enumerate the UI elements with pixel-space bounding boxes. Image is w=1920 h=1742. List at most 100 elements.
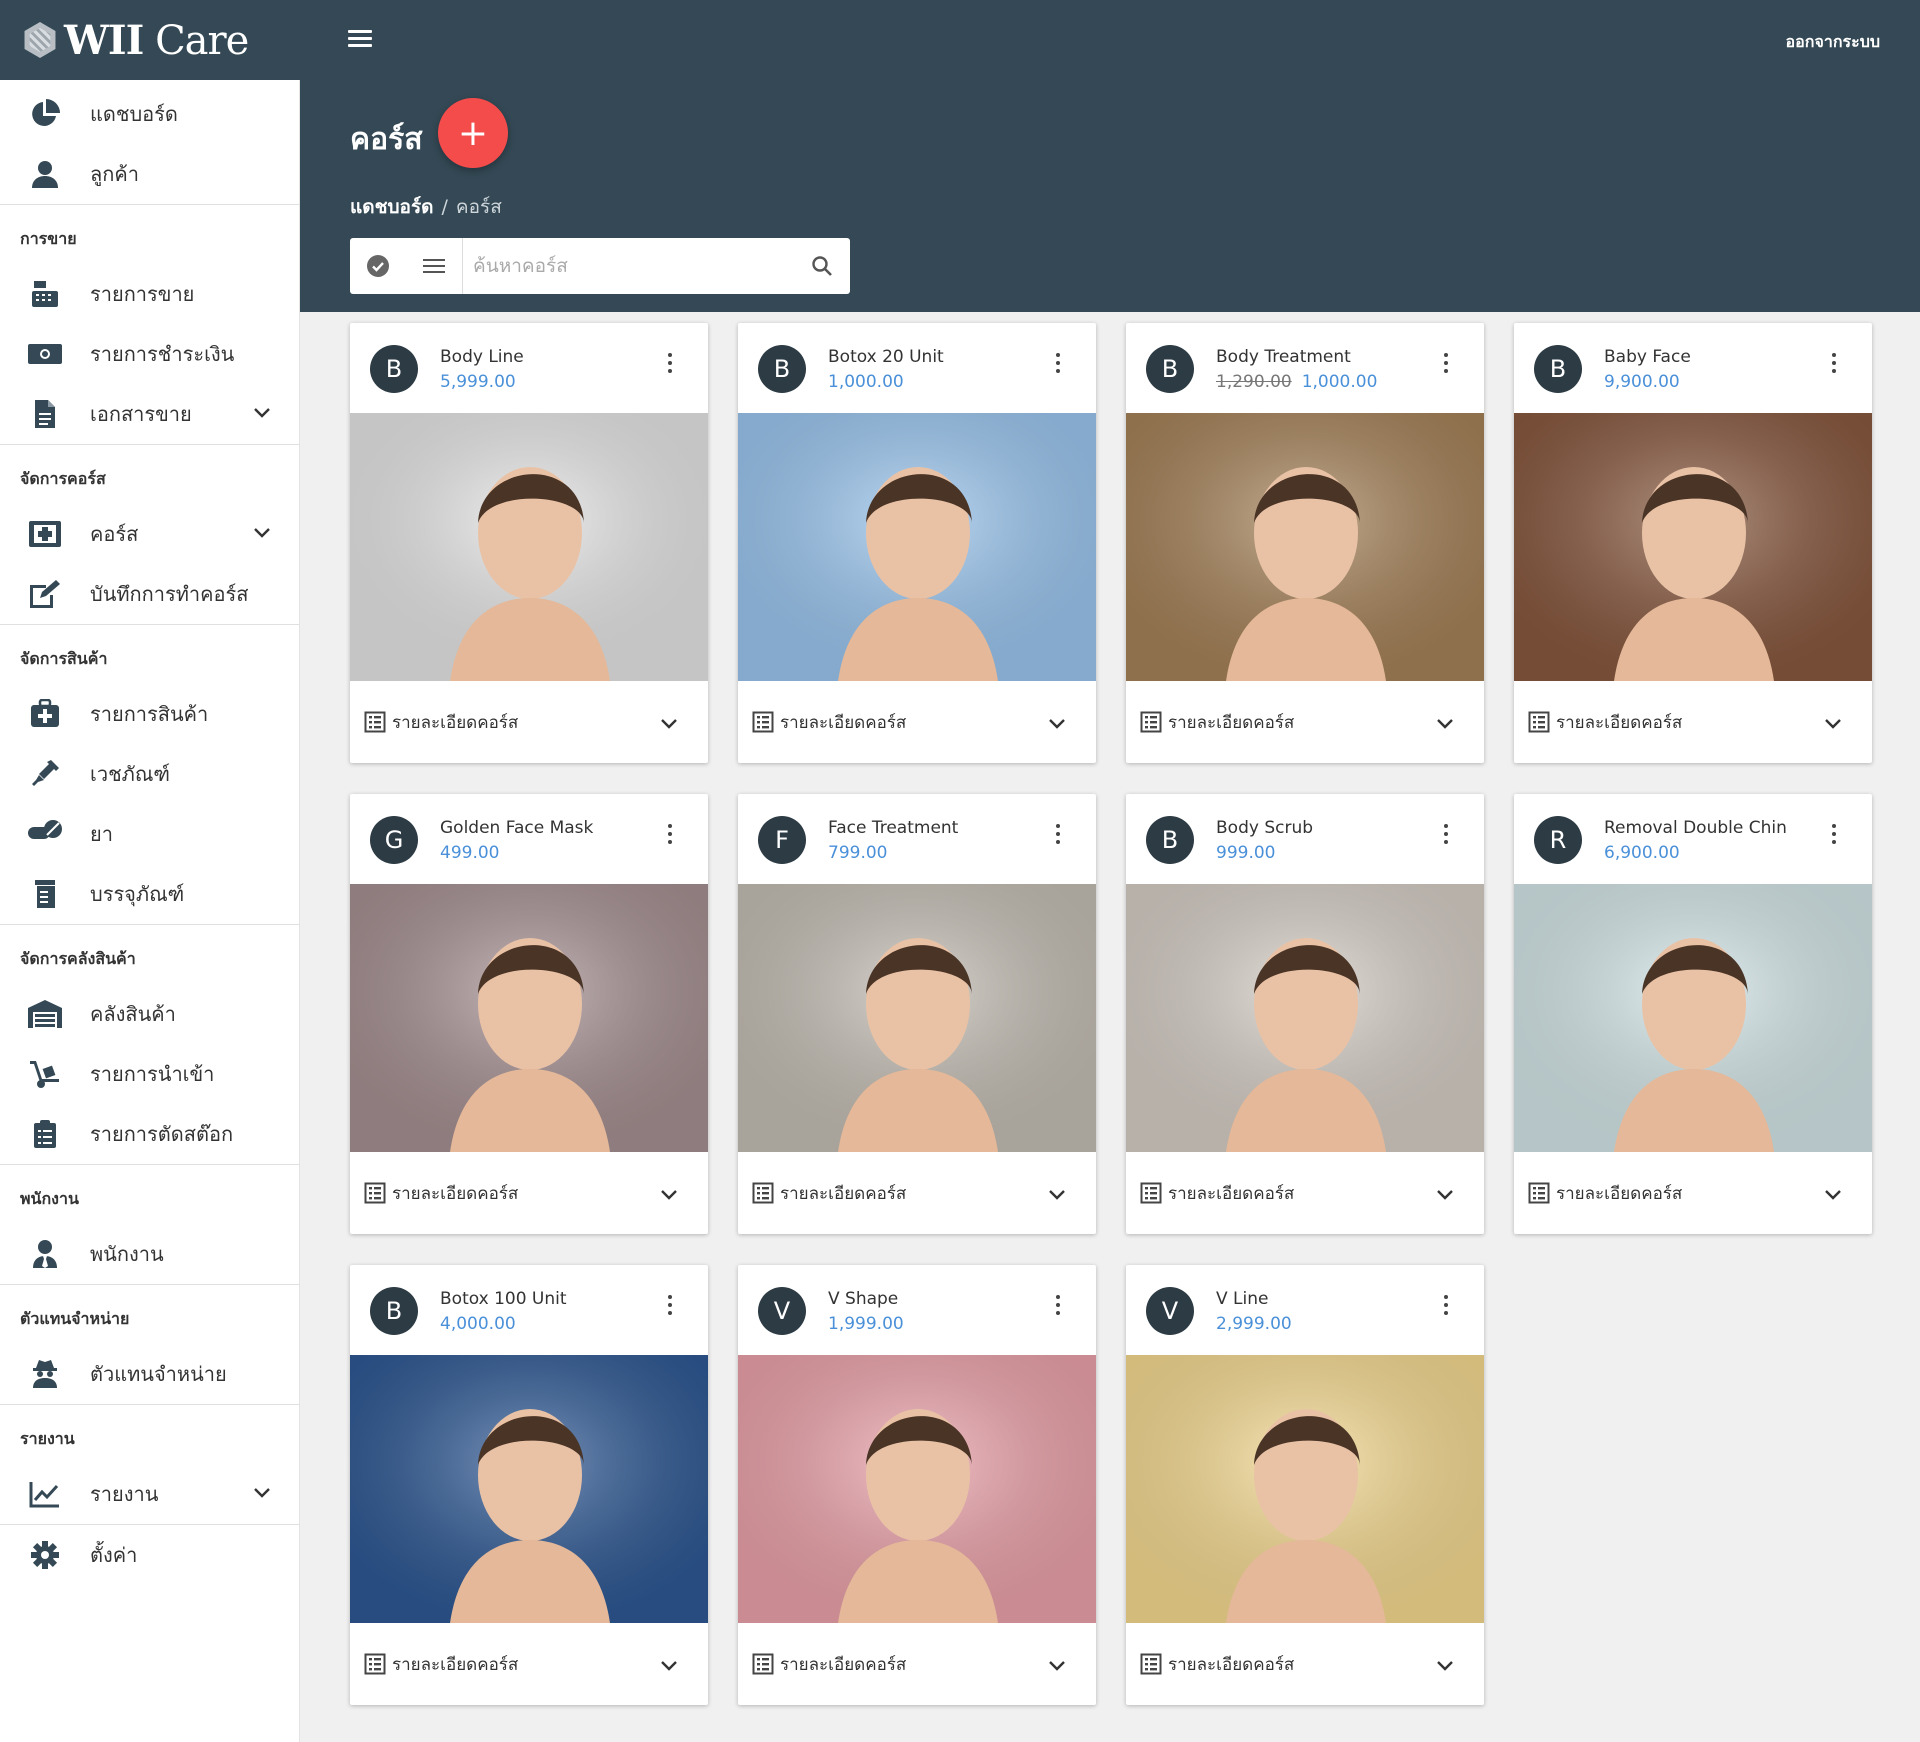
clipboard-list-icon [26,1119,64,1149]
sidebar-item[interactable]: คลังสินค้า [0,984,299,1044]
course-price: 4,000.00 [440,1314,516,1334]
course-detail-toggle[interactable]: รายละเอียดคอร์ส [350,1623,708,1705]
avatar: B [1534,345,1582,393]
course-detail-toggle[interactable]: รายละเอียดคอร์ส [738,1152,1096,1234]
course-image [1514,884,1872,1152]
course-detail-toggle[interactable]: รายละเอียดคอร์ส [738,681,1096,763]
more-vert-icon[interactable] [1440,824,1452,848]
more-vert-icon[interactable] [664,353,676,377]
sidebar-item[interactable]: พนักงาน [0,1224,299,1284]
sidebar-item[interactable]: ตั้งค่า [0,1525,299,1585]
course-detail-toggle[interactable]: รายละเอียดคอร์ส [1514,681,1872,763]
more-vert-icon[interactable] [664,1295,676,1319]
course-detail-toggle[interactable]: รายละเอียดคอร์ส [350,681,708,763]
chevron-down-icon[interactable] [1048,1657,1066,1676]
course-detail-toggle[interactable]: รายละเอียดคอร์ส [1126,1623,1484,1705]
user-secret-icon [26,1359,64,1389]
chevron-down-icon[interactable] [253,1484,271,1503]
logo[interactable]: WII Care [0,0,300,80]
list-alt-icon [1528,1182,1550,1204]
more-vert-icon[interactable] [664,824,676,848]
photo-figure [738,413,1096,681]
course-card[interactable]: R Removal Double Chin 6,900.00 รายละเอียดคอ… [1514,794,1872,1234]
chevron-down-icon[interactable] [1048,715,1066,734]
current-price: 499.00 [440,843,500,863]
sidebar-item[interactable]: รายการขาย [0,264,299,324]
chevron-down-icon[interactable] [1436,715,1454,734]
chevron-down-icon[interactable] [660,715,678,734]
course-card[interactable]: V V Shape 1,999.00 รายละเอียดคอร์ส [738,1265,1096,1705]
course-detail-toggle[interactable]: รายละเอียดคอร์ส [1126,681,1484,763]
chevron-down-icon[interactable] [253,524,271,543]
course-card[interactable]: F Face Treatment 799.00 รายละเอียดคอร์ส [738,794,1096,1234]
avatar: F [758,816,806,864]
add-course-button[interactable]: + [438,98,508,168]
course-card[interactable]: V V Line 2,999.00 รายละเอียดคอร์ส [1126,1265,1484,1705]
more-vert-icon[interactable] [1440,353,1452,377]
sidebar-item[interactable]: คอร์ส [0,504,299,564]
user-icon [26,159,64,189]
course-card[interactable]: B Body Line 5,999.00 รายละเอียดคอร์ส [350,323,708,763]
chevron-down-icon[interactable] [1436,1186,1454,1205]
package-icon [26,879,64,909]
current-price: 5,999.00 [440,372,516,392]
sidebar-item[interactable]: รายการตัดสต๊อก [0,1104,299,1164]
card-header: B Botox 20 Unit 1,000.00 [738,323,1096,413]
course-detail-toggle[interactable]: รายละเอียดคอร์ส [1514,1152,1872,1234]
more-vert-icon[interactable] [1828,353,1840,377]
sidebar-item-label: รายการชำระเงิน [90,342,235,366]
sidebar-item-label: บันทึกการทำคอร์ส [90,582,249,606]
sidebar-item[interactable]: เอกสารขาย [0,384,299,444]
list-alt-icon [1140,1182,1162,1204]
sidebar-item[interactable]: รายงาน [0,1464,299,1524]
more-vert-icon[interactable] [1052,353,1064,377]
more-vert-icon[interactable] [1052,1295,1064,1319]
chevron-down-icon[interactable] [253,404,271,423]
menu-icon[interactable] [348,30,372,50]
sidebar-item[interactable]: ตัวแทนจำหน่าย [0,1344,299,1404]
chevron-down-icon[interactable] [660,1657,678,1676]
sidebar-item[interactable]: ยา [0,804,299,864]
course-card[interactable]: G Golden Face Mask 499.00 รายละเอียดคอร์ส [350,794,708,1234]
chevron-down-icon[interactable] [1824,1186,1842,1205]
course-card[interactable]: B Botox 20 Unit 1,000.00 รายละเอียดคอร์ส [738,323,1096,763]
course-card[interactable]: B Body Scrub 999.00 รายละเอียดคอร์ส [1126,794,1484,1234]
course-detail-toggle[interactable]: รายละเอียดคอร์ส [350,1152,708,1234]
breadcrumb-home[interactable]: แดชบอร์ด [350,196,434,218]
more-vert-icon[interactable] [1828,824,1840,848]
sidebar-item-label: พนักงาน [90,1242,164,1266]
list-view-button[interactable] [406,238,462,294]
course-card[interactable]: B Botox 100 Unit 4,000.00 รายละเอียดคอร์ส [350,1265,708,1705]
chevron-down-icon[interactable] [1824,715,1842,734]
sidebar-item[interactable]: รายการนำเข้า [0,1044,299,1104]
sidebar-item[interactable]: รายการชำระเงิน [0,324,299,384]
sidebar-section-title: จัดการคลังสินค้า [0,924,299,984]
current-price: 999.00 [1216,843,1276,863]
sidebar-item[interactable]: ลูกค้า [0,144,299,204]
course-detail-toggle[interactable]: รายละเอียดคอร์ส [1126,1152,1484,1234]
search-input[interactable] [462,238,794,294]
dolly-icon [26,1059,64,1089]
list-alt-icon [1140,711,1162,733]
top-bar: WII Care ออกจากระบบ [0,0,1920,80]
chevron-down-icon[interactable] [1436,1657,1454,1676]
sidebar-item[interactable]: บรรจุภัณฑ์ [0,864,299,924]
sidebar-item-label: รายการขาย [90,282,195,306]
course-detail-toggle[interactable]: รายละเอียดคอร์ส [738,1623,1096,1705]
course-card[interactable]: B Body Treatment 1,290.00 1,000.00 รายละเอีย… [1126,323,1484,763]
list-icon [423,259,445,273]
sidebar-item[interactable]: บันทึกการทำคอร์ส [0,564,299,624]
course-card[interactable]: B Baby Face 9,900.00 รายละเอียดคอร์ส [1514,323,1872,763]
chevron-down-icon[interactable] [660,1186,678,1205]
list-alt-icon [364,1182,386,1204]
course-image [350,413,708,681]
sidebar-item[interactable]: เวชภัณฑ์ [0,744,299,804]
select-all-button[interactable] [350,238,406,294]
search-button[interactable] [794,238,850,294]
sidebar-item[interactable]: รายการสินค้า [0,684,299,744]
chevron-down-icon[interactable] [1048,1186,1066,1205]
more-vert-icon[interactable] [1440,1295,1452,1319]
logout-button[interactable]: ออกจากระบบ [1786,30,1880,55]
sidebar-item[interactable]: แดชบอร์ด [0,84,299,144]
more-vert-icon[interactable] [1052,824,1064,848]
